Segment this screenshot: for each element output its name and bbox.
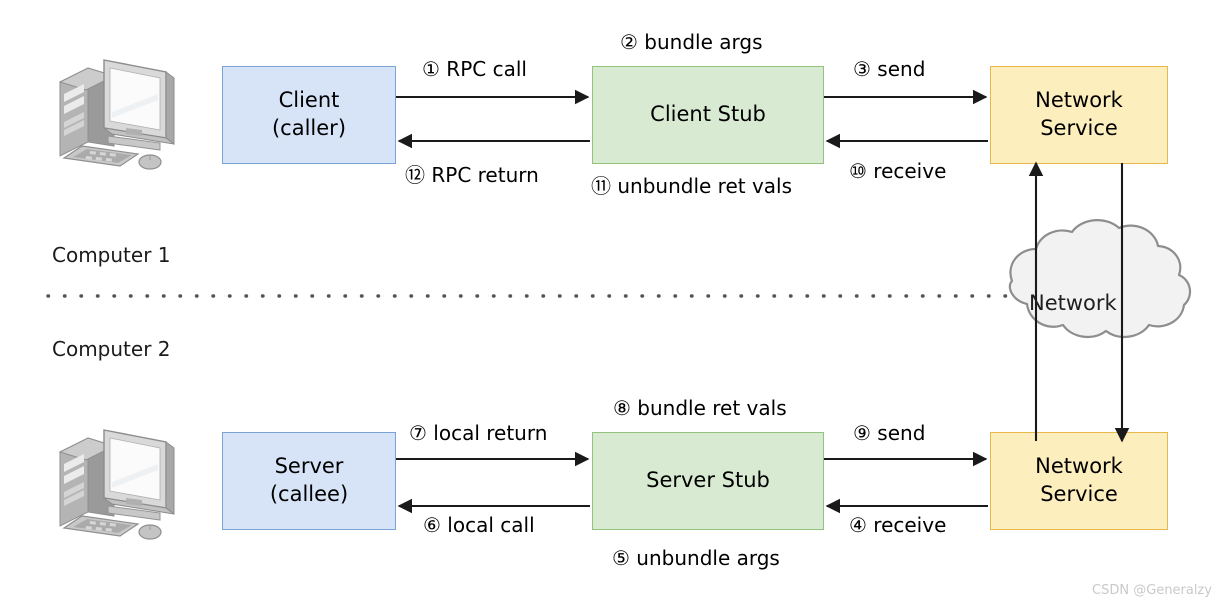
step-7-text: local return — [433, 421, 548, 445]
step-3-text: send — [877, 57, 926, 81]
step-11-text: unbundle ret vals — [617, 174, 793, 198]
step-8-text: bundle ret vals — [637, 396, 787, 420]
step-12-label: ⑫ RPC return — [405, 159, 539, 188]
csdn-watermark: CSDN @Generalzy — [1092, 583, 1212, 598]
step-9-text: send — [877, 421, 926, 445]
step-1-text: RPC call — [446, 57, 527, 81]
step-4-text: receive — [873, 513, 947, 537]
step-7-number: ⑦ — [409, 421, 427, 445]
step-5-number: ⑤ — [612, 546, 630, 570]
network-cloud-label: Network — [1029, 291, 1117, 315]
step-4-label: ④ receive — [849, 513, 946, 537]
step-12-text: RPC return — [431, 163, 539, 187]
step-10-number: ⑩ — [849, 159, 867, 183]
step-9-number: ⑨ — [853, 421, 871, 445]
zone-label-computer-1: Computer 1 — [52, 243, 171, 267]
step-4-number: ④ — [849, 513, 867, 537]
step-12-number: ⑫ — [405, 163, 425, 187]
step-3-number: ③ — [853, 57, 871, 81]
step-1-label: ① RPC call — [422, 57, 527, 81]
step-5-text: unbundle args — [636, 546, 780, 570]
step-9-label: ⑨ send — [853, 421, 925, 445]
rpc-flow-diagram: Client (caller) Client Stub Network Serv… — [0, 0, 1228, 607]
step-6-text: local call — [447, 513, 535, 537]
step-11-label: ⑪ unbundle ret vals — [591, 170, 792, 199]
step-8-number: ⑧ — [613, 396, 631, 420]
step-10-label: ⑩ receive — [849, 159, 946, 183]
step-3-label: ③ send — [853, 57, 925, 81]
step-8-label: ⑧ bundle ret vals — [613, 396, 787, 420]
step-2-number: ② — [620, 30, 638, 54]
step-10-text: receive — [873, 159, 947, 183]
step-1-number: ① — [422, 57, 440, 81]
step-6-number: ⑥ — [423, 513, 441, 537]
step-2-text: bundle args — [644, 30, 763, 54]
step-2-label: ② bundle args — [620, 30, 763, 54]
step-6-label: ⑥ local call — [423, 513, 535, 537]
zone-label-computer-2: Computer 2 — [52, 337, 171, 361]
step-5-label: ⑤ unbundle args — [612, 546, 780, 570]
step-7-label: ⑦ local return — [409, 421, 547, 445]
step-11-number: ⑪ — [591, 174, 611, 198]
